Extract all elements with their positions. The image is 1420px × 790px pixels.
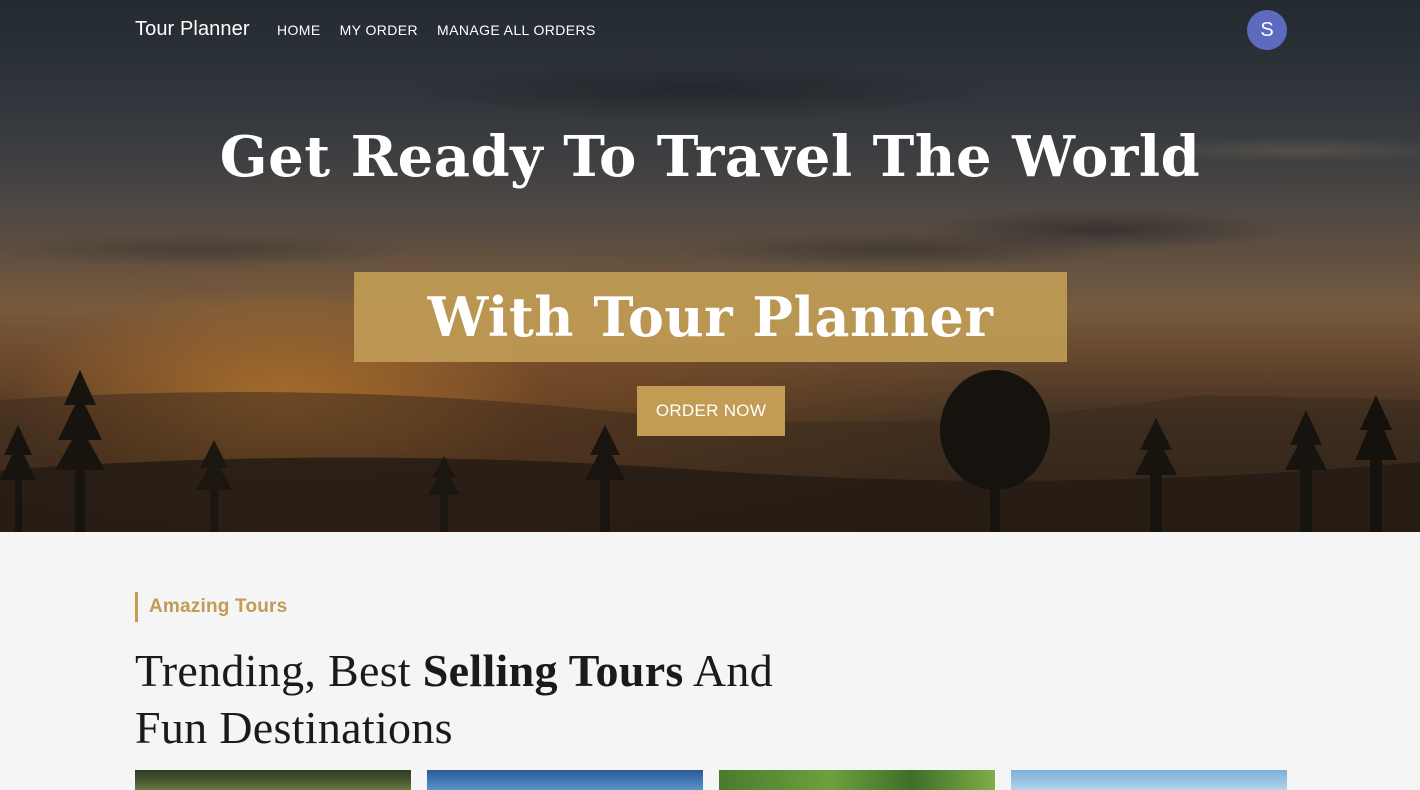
- nav-link-manage-all-orders[interactable]: MANAGE ALL ORDERS: [437, 22, 596, 38]
- tour-card-image[interactable]: [1011, 770, 1287, 790]
- tour-cards: [135, 770, 1287, 790]
- trending-tours-section: Amazing Tours Trending, Best Selling Tou…: [0, 532, 1420, 790]
- nav-link-my-order[interactable]: MY ORDER: [340, 22, 418, 38]
- section-title-bold: Selling Tours: [422, 645, 684, 696]
- tour-card-image[interactable]: [427, 770, 703, 790]
- hero-section: Get Ready To Travel The World With Tour …: [0, 0, 1420, 532]
- user-avatar[interactable]: S: [1247, 10, 1287, 50]
- section-title-part1: Trending, Best: [135, 645, 423, 696]
- hero-banner-text: With Tour Planner: [427, 285, 994, 349]
- hero-title: Get Ready To Travel The World: [219, 124, 1201, 190]
- tour-card-image[interactable]: [135, 770, 411, 790]
- top-navbar: Tour Planner HOME MY ORDER MANAGE ALL OR…: [0, 0, 1420, 60]
- section-title: Trending, Best Selling Tours And Fun Des…: [135, 642, 815, 756]
- tour-card-image[interactable]: [719, 770, 995, 790]
- order-now-button[interactable]: ORDER NOW: [637, 386, 785, 436]
- hero-overlay: [0, 0, 1420, 532]
- section-eyebrow: Amazing Tours: [135, 592, 287, 622]
- hero-banner: With Tour Planner: [354, 272, 1067, 362]
- brand-logo-link[interactable]: Tour Planner: [135, 18, 250, 41]
- nav-links: HOME MY ORDER MANAGE ALL ORDERS: [277, 22, 596, 38]
- nav-link-home[interactable]: HOME: [277, 22, 321, 38]
